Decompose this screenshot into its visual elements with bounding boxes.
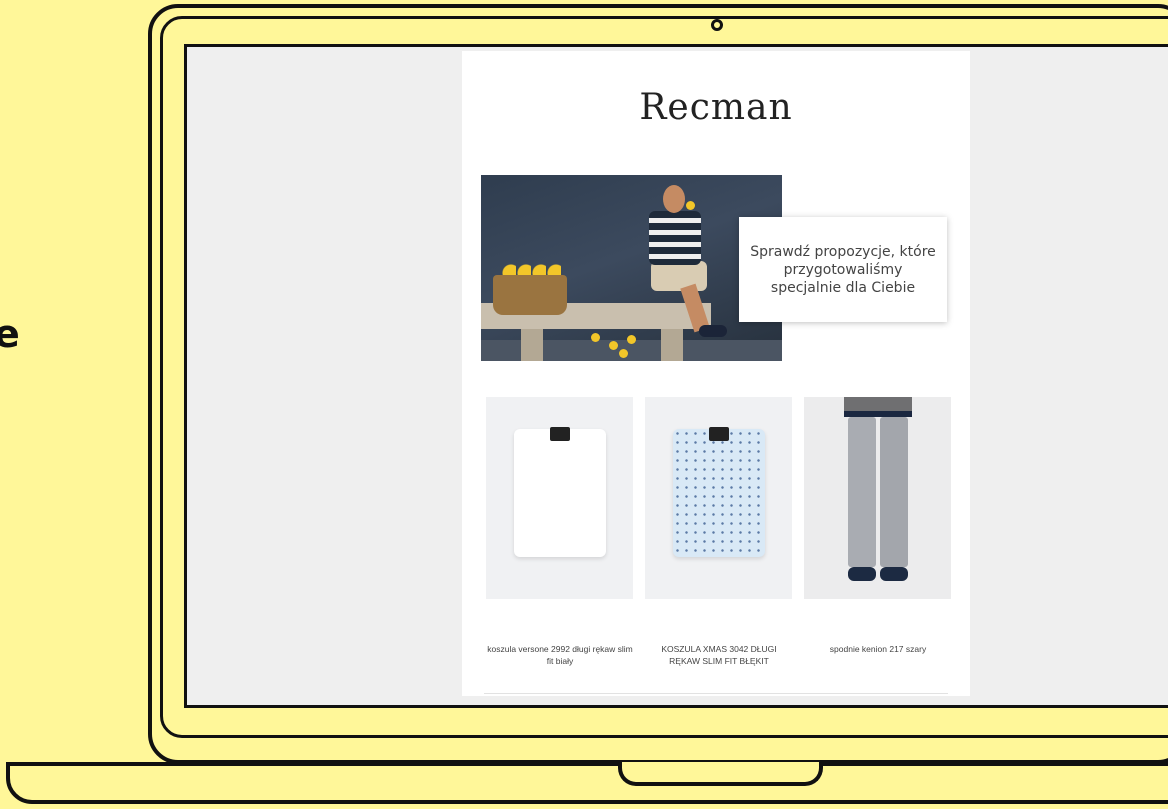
laptop-screen: Recman Sprawdź propozycje, które przygot… — [184, 44, 1168, 708]
striped-shirt-model — [649, 211, 701, 265]
product-image-white-shirt[interactable] — [486, 397, 633, 599]
product-name[interactable]: KOSZULA XMAS 3042 DŁUGI RĘKAW SLIM FIT B… — [645, 643, 793, 667]
product-name[interactable]: spodnie kenion 217 szary — [804, 643, 952, 655]
basket-icon — [493, 275, 567, 315]
product-card[interactable]: KOSZULA XMAS 3042 DŁUGI RĘKAW SLIM FIT B… — [645, 397, 793, 667]
laptop-base — [6, 762, 1168, 804]
product-card[interactable]: spodnie kenion 217 szary — [804, 397, 952, 655]
brand-logo[interactable]: Recman — [462, 87, 970, 128]
newsletter-email: Recman Sprawdź propozycje, które przygot… — [462, 51, 970, 696]
product-card[interactable]: koszula versone 2992 długi rękaw slim fi… — [486, 397, 634, 667]
hero-callout-box[interactable]: Sprawdź propozycje, które przygotowaliśm… — [739, 217, 947, 322]
webcam-icon — [711, 19, 723, 31]
divider — [484, 693, 948, 694]
product-image-blue-shirt[interactable] — [645, 397, 792, 599]
side-text-fragment: e — [0, 312, 20, 356]
laptop-notch — [618, 762, 823, 786]
product-name[interactable]: koszula versone 2992 długi rękaw slim fi… — [486, 643, 634, 667]
hero-image[interactable] — [481, 175, 782, 361]
product-image-trousers[interactable] — [804, 397, 951, 599]
hero-callout-text: Sprawdź propozycje, które przygotowaliśm… — [750, 243, 936, 296]
